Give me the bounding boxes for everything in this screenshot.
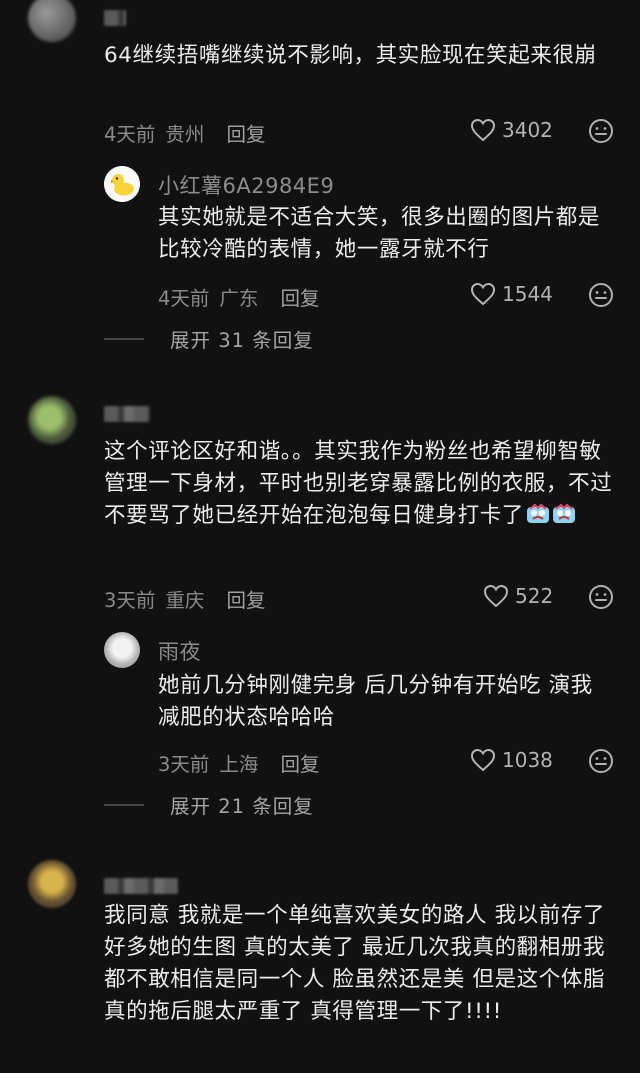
- like-button[interactable]: 3402: [470, 118, 553, 142]
- comment-location: 贵州: [165, 123, 205, 146]
- comment-section: 64继续捂嘴继续说不影响，其实脸现在笑起来很崩 4天前 贵州 回复 3402 小红薯…: [0, 0, 640, 1073]
- like-count: 522: [515, 584, 554, 608]
- smiley-face-icon[interactable]: [588, 748, 614, 774]
- heart-outline-icon: [470, 282, 496, 306]
- comment-meta: 3天前 重庆 回复: [104, 584, 265, 613]
- username-blurred[interactable]: [104, 406, 150, 422]
- reply-username[interactable]: 雨夜: [158, 636, 201, 666]
- like-button[interactable]: 522: [483, 584, 553, 608]
- comment-time: 3天前: [104, 589, 156, 612]
- reply-avatar[interactable]: [104, 632, 140, 668]
- smiley-face-icon[interactable]: [588, 282, 614, 308]
- reply-button[interactable]: 回复: [280, 287, 319, 310]
- expand-replies-button[interactable]: 展开 21 条回复: [104, 790, 314, 819]
- username-blurred[interactable]: [104, 10, 126, 26]
- reply-text: 她前几分钟刚健完身 后几分钟有开始吃 演我减肥的状态哈哈哈: [158, 673, 593, 730]
- reply-button[interactable]: 回复: [226, 589, 265, 612]
- divider-line: [104, 337, 144, 340]
- comment-text: 这个评论区好和谐。。其实我作为粉丝也希望柳智敏管理一下身材，平时也别老穿暴露比例…: [104, 436, 614, 532]
- reply-meta: 3天前 上海 回复: [158, 748, 319, 777]
- comment-text: 64继续捂嘴继续说不影响，其实脸现在笑起来很崩: [104, 43, 597, 68]
- username-blurred[interactable]: [104, 878, 178, 894]
- divider-line: [104, 803, 144, 806]
- avatar[interactable]: [28, 396, 76, 444]
- scroll-fade: [0, 1049, 640, 1073]
- comment-text: 我同意 我就是一个单纯喜欢美女的路人 我以前存了好多她的生图 真的太美了 最近几…: [104, 903, 606, 1024]
- comment-location: 重庆: [165, 589, 205, 612]
- like-button[interactable]: 1544: [470, 282, 553, 306]
- reply-text: 其实她就是不适合大笑，很多出圈的图片都是比较冷酷的表情，她一露牙就不行: [158, 205, 601, 262]
- expand-replies-button[interactable]: 展开 31 条回复: [104, 324, 314, 353]
- reply-button[interactable]: 回复: [226, 123, 265, 146]
- heart-outline-icon: [470, 748, 496, 772]
- heart-outline-icon: [470, 118, 496, 142]
- avatar[interactable]: [28, 860, 76, 908]
- reply-username[interactable]: 小红薯6A2984E9: [158, 170, 334, 200]
- reply-meta: 4天前 广东 回复: [158, 282, 319, 311]
- expand-replies-label: 展开 31 条回复: [170, 329, 314, 352]
- reply-button[interactable]: 回复: [280, 753, 319, 776]
- like-count: 3402: [502, 118, 553, 142]
- like-button[interactable]: 1038: [470, 748, 553, 772]
- avatar[interactable]: [28, 0, 76, 42]
- expand-replies-label: 展开 21 条回复: [170, 795, 314, 818]
- like-count: 1544: [502, 282, 553, 306]
- reply-avatar[interactable]: [104, 166, 140, 202]
- smiley-face-icon[interactable]: [588, 584, 614, 610]
- reply-time: 4天前: [158, 287, 210, 310]
- heart-outline-icon: [483, 584, 509, 608]
- comment-meta: 4天前 贵州 回复: [104, 118, 265, 147]
- crying-emoji-icon: [526, 503, 549, 523]
- duck-avatar-icon: [104, 166, 140, 202]
- crying-emoji-icon: [552, 503, 575, 523]
- reply-location: 上海: [219, 753, 259, 776]
- reply-location: 广东: [219, 287, 259, 310]
- comment-time: 4天前: [104, 123, 156, 146]
- smiley-face-icon[interactable]: [588, 118, 614, 144]
- reply-time: 3天前: [158, 753, 210, 776]
- like-count: 1038: [502, 748, 553, 772]
